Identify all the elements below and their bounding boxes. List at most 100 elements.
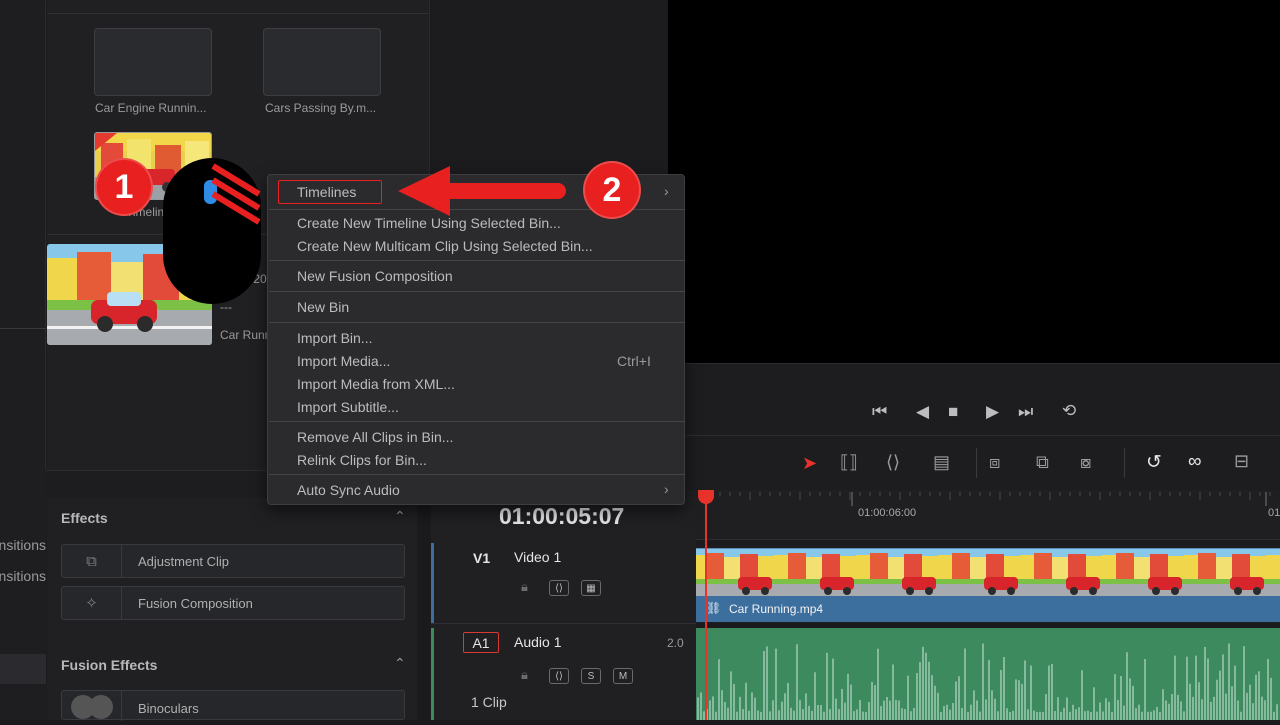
- replace-clip-icon[interactable]: ⧇: [1080, 452, 1091, 473]
- timeline-viewer[interactable]: [668, 0, 1280, 363]
- menu-divider: [269, 421, 685, 422]
- adjustment-clip-icon: ⧉: [62, 545, 122, 577]
- submenu-chevron-icon: ›: [664, 183, 669, 199]
- mouse-click-rays: [211, 163, 261, 225]
- insert-clip-icon[interactable]: ⧈: [989, 452, 1000, 473]
- linked-selection-icon[interactable]: ∞: [1188, 451, 1202, 473]
- filmstrip-frame: [1102, 549, 1184, 596]
- ruler-timecode: 01:00:06:00: [858, 507, 917, 519]
- filmstrip-frame: [856, 549, 938, 596]
- divider: [431, 623, 696, 624]
- audio-track-name[interactable]: Audio 1: [514, 634, 561, 650]
- auto-select-icon[interactable]: ⟨⟩: [549, 668, 569, 684]
- video-clip-filmstrip[interactable]: [696, 548, 1280, 596]
- divider: [0, 328, 46, 329]
- filmstrip-frame: [696, 549, 774, 596]
- audio-clip-waveform[interactable]: [696, 628, 1280, 720]
- sidebar-item-selected[interactable]: [0, 654, 46, 684]
- menu-item-relink-clips[interactable]: Relink Clips for Bin...: [297, 452, 427, 468]
- menu-item-create-multicam[interactable]: Create New Multicam Clip Using Selected …: [297, 238, 593, 254]
- video-track-color: [431, 543, 434, 623]
- fusion-wand-icon: ✧: [62, 587, 122, 619]
- filmstrip-frame: [1020, 549, 1102, 596]
- effect-item-binoculars[interactable]: Binoculars: [61, 690, 405, 721]
- section-title-effects: Effects: [61, 510, 108, 526]
- stop-icon[interactable]: ■: [948, 402, 958, 422]
- lock-track-icon[interactable]: 🔒︎: [521, 579, 528, 595]
- effect-label: Adjustment Clip: [138, 554, 230, 569]
- menu-divider: [269, 322, 685, 323]
- lock-icon[interactable]: ⊟: [1234, 451, 1249, 472]
- ruler-timecode-right: 01: [1268, 507, 1280, 519]
- skip-start-icon[interactable]: ⏮: [872, 402, 887, 422]
- sidebar-item-transitions[interactable]: Transitions: [0, 537, 46, 553]
- transport-controls: ⏮ ◀ ■ ▶ ⏭ ⟲: [668, 363, 1280, 435]
- selection-tool-icon[interactable]: ➤: [802, 453, 817, 474]
- solo-button[interactable]: S: [581, 668, 601, 684]
- clip-label: Cars Passing By.m...: [265, 101, 377, 115]
- audio-track-id[interactable]: A1: [463, 632, 499, 653]
- loop-icon[interactable]: ⟲: [1062, 401, 1076, 421]
- play-icon[interactable]: ▶: [986, 402, 999, 422]
- video-track-name[interactable]: Video 1: [514, 549, 561, 565]
- ruler-ticks: [699, 492, 1271, 506]
- menu-item-remove-clips[interactable]: Remove All Clips in Bin...: [297, 429, 453, 445]
- video-clip-bar[interactable]: ⛓︎ Car Running.mp4: [696, 596, 1280, 622]
- snapping-icon[interactable]: ↺: [1146, 451, 1162, 474]
- menu-item-import-xml[interactable]: Import Media from XML...: [297, 376, 455, 392]
- section-title-fusion-effects: Fusion Effects: [61, 657, 158, 673]
- skip-end-icon[interactable]: ⏭: [1018, 402, 1033, 422]
- media-pool-header: [47, 0, 430, 14]
- sidebar-item-transitions-2[interactable]: Transitions: [0, 568, 46, 584]
- menu-divider: [269, 260, 685, 261]
- edit-toolbar: ➤ ⟦⟧ ⟨⟩ ▤ ⧈ ⧉ ⧇ ↺ ∞ ⊟: [668, 435, 1280, 490]
- context-menu: Timelines › Create New Timeline Using Se…: [267, 174, 685, 505]
- shortcut-label: Ctrl+I: [617, 353, 651, 369]
- auto-select-icon[interactable]: ⟨⟩: [549, 580, 569, 596]
- video-track-id: V1: [473, 550, 491, 566]
- menu-item-import-subtitle[interactable]: Import Subtitle...: [297, 399, 399, 415]
- media-pool-sidebar: [0, 0, 46, 470]
- step-back-icon[interactable]: ◀: [916, 402, 929, 422]
- overwrite-clip-icon[interactable]: ⧉: [1036, 452, 1049, 473]
- effect-item-adjustment-clip[interactable]: ⧉ Adjustment Clip: [61, 544, 405, 578]
- menu-item-new-bin[interactable]: New Bin: [297, 299, 349, 315]
- mute-button[interactable]: M: [613, 668, 633, 684]
- timeline-ruler[interactable]: 01:00:06:00 01: [696, 490, 1280, 540]
- collapse-chevron-icon[interactable]: ⌃: [394, 508, 406, 525]
- video-clip-name: Car Running.mp4: [729, 602, 824, 616]
- binoculars-icon: [62, 691, 122, 721]
- menu-item-import-bin[interactable]: Import Bin...: [297, 330, 372, 346]
- audio-track-color: [431, 628, 434, 720]
- blade-tool-icon[interactable]: ▤: [933, 452, 950, 473]
- panel-divider: [420, 498, 430, 720]
- clip-label: Car Engine Runnin...: [95, 101, 207, 115]
- menu-item-auto-sync-audio[interactable]: Auto Sync Audio: [297, 482, 400, 498]
- lock-track-icon[interactable]: 🔒︎: [521, 667, 528, 683]
- effect-item-fusion-composition[interactable]: ✧ Fusion Composition: [61, 586, 405, 620]
- effect-label: Binoculars: [138, 701, 199, 716]
- clip-thumbnail-passing[interactable]: [263, 28, 381, 96]
- filmstrip-frame: [774, 549, 856, 596]
- effect-label: Fusion Composition: [138, 596, 253, 611]
- collapse-chevron-icon[interactable]: ⌃: [394, 655, 406, 672]
- audio-clip-count: 1 Clip: [471, 694, 507, 710]
- menu-item-create-timeline[interactable]: Create New Timeline Using Selected Bin..…: [297, 215, 561, 231]
- link-icon: ⛓︎: [706, 601, 722, 615]
- trim-tool-icon[interactable]: ⟦⟧: [840, 452, 858, 473]
- mouse-cursor-icon: [163, 158, 261, 304]
- clip-thumbnail-engine[interactable]: [94, 28, 212, 96]
- playhead[interactable]: [705, 490, 707, 720]
- menu-item-new-fusion[interactable]: New Fusion Composition: [297, 268, 453, 284]
- filmstrip-frame: [938, 549, 1020, 596]
- divider: [976, 448, 977, 478]
- submenu-chevron-icon: ›: [664, 481, 669, 497]
- menu-item-timelines[interactable]: Timelines: [297, 184, 356, 200]
- dynamic-trim-icon[interactable]: ⟨⟩: [886, 452, 900, 473]
- menu-divider: [269, 291, 685, 292]
- step-badge-1: 1: [95, 158, 153, 216]
- disable-video-icon[interactable]: ▦: [581, 580, 601, 596]
- menu-item-import-media[interactable]: Import Media...: [297, 353, 390, 369]
- timeline-timecode: 01:00:05:07: [499, 503, 625, 529]
- divider: [1124, 448, 1125, 478]
